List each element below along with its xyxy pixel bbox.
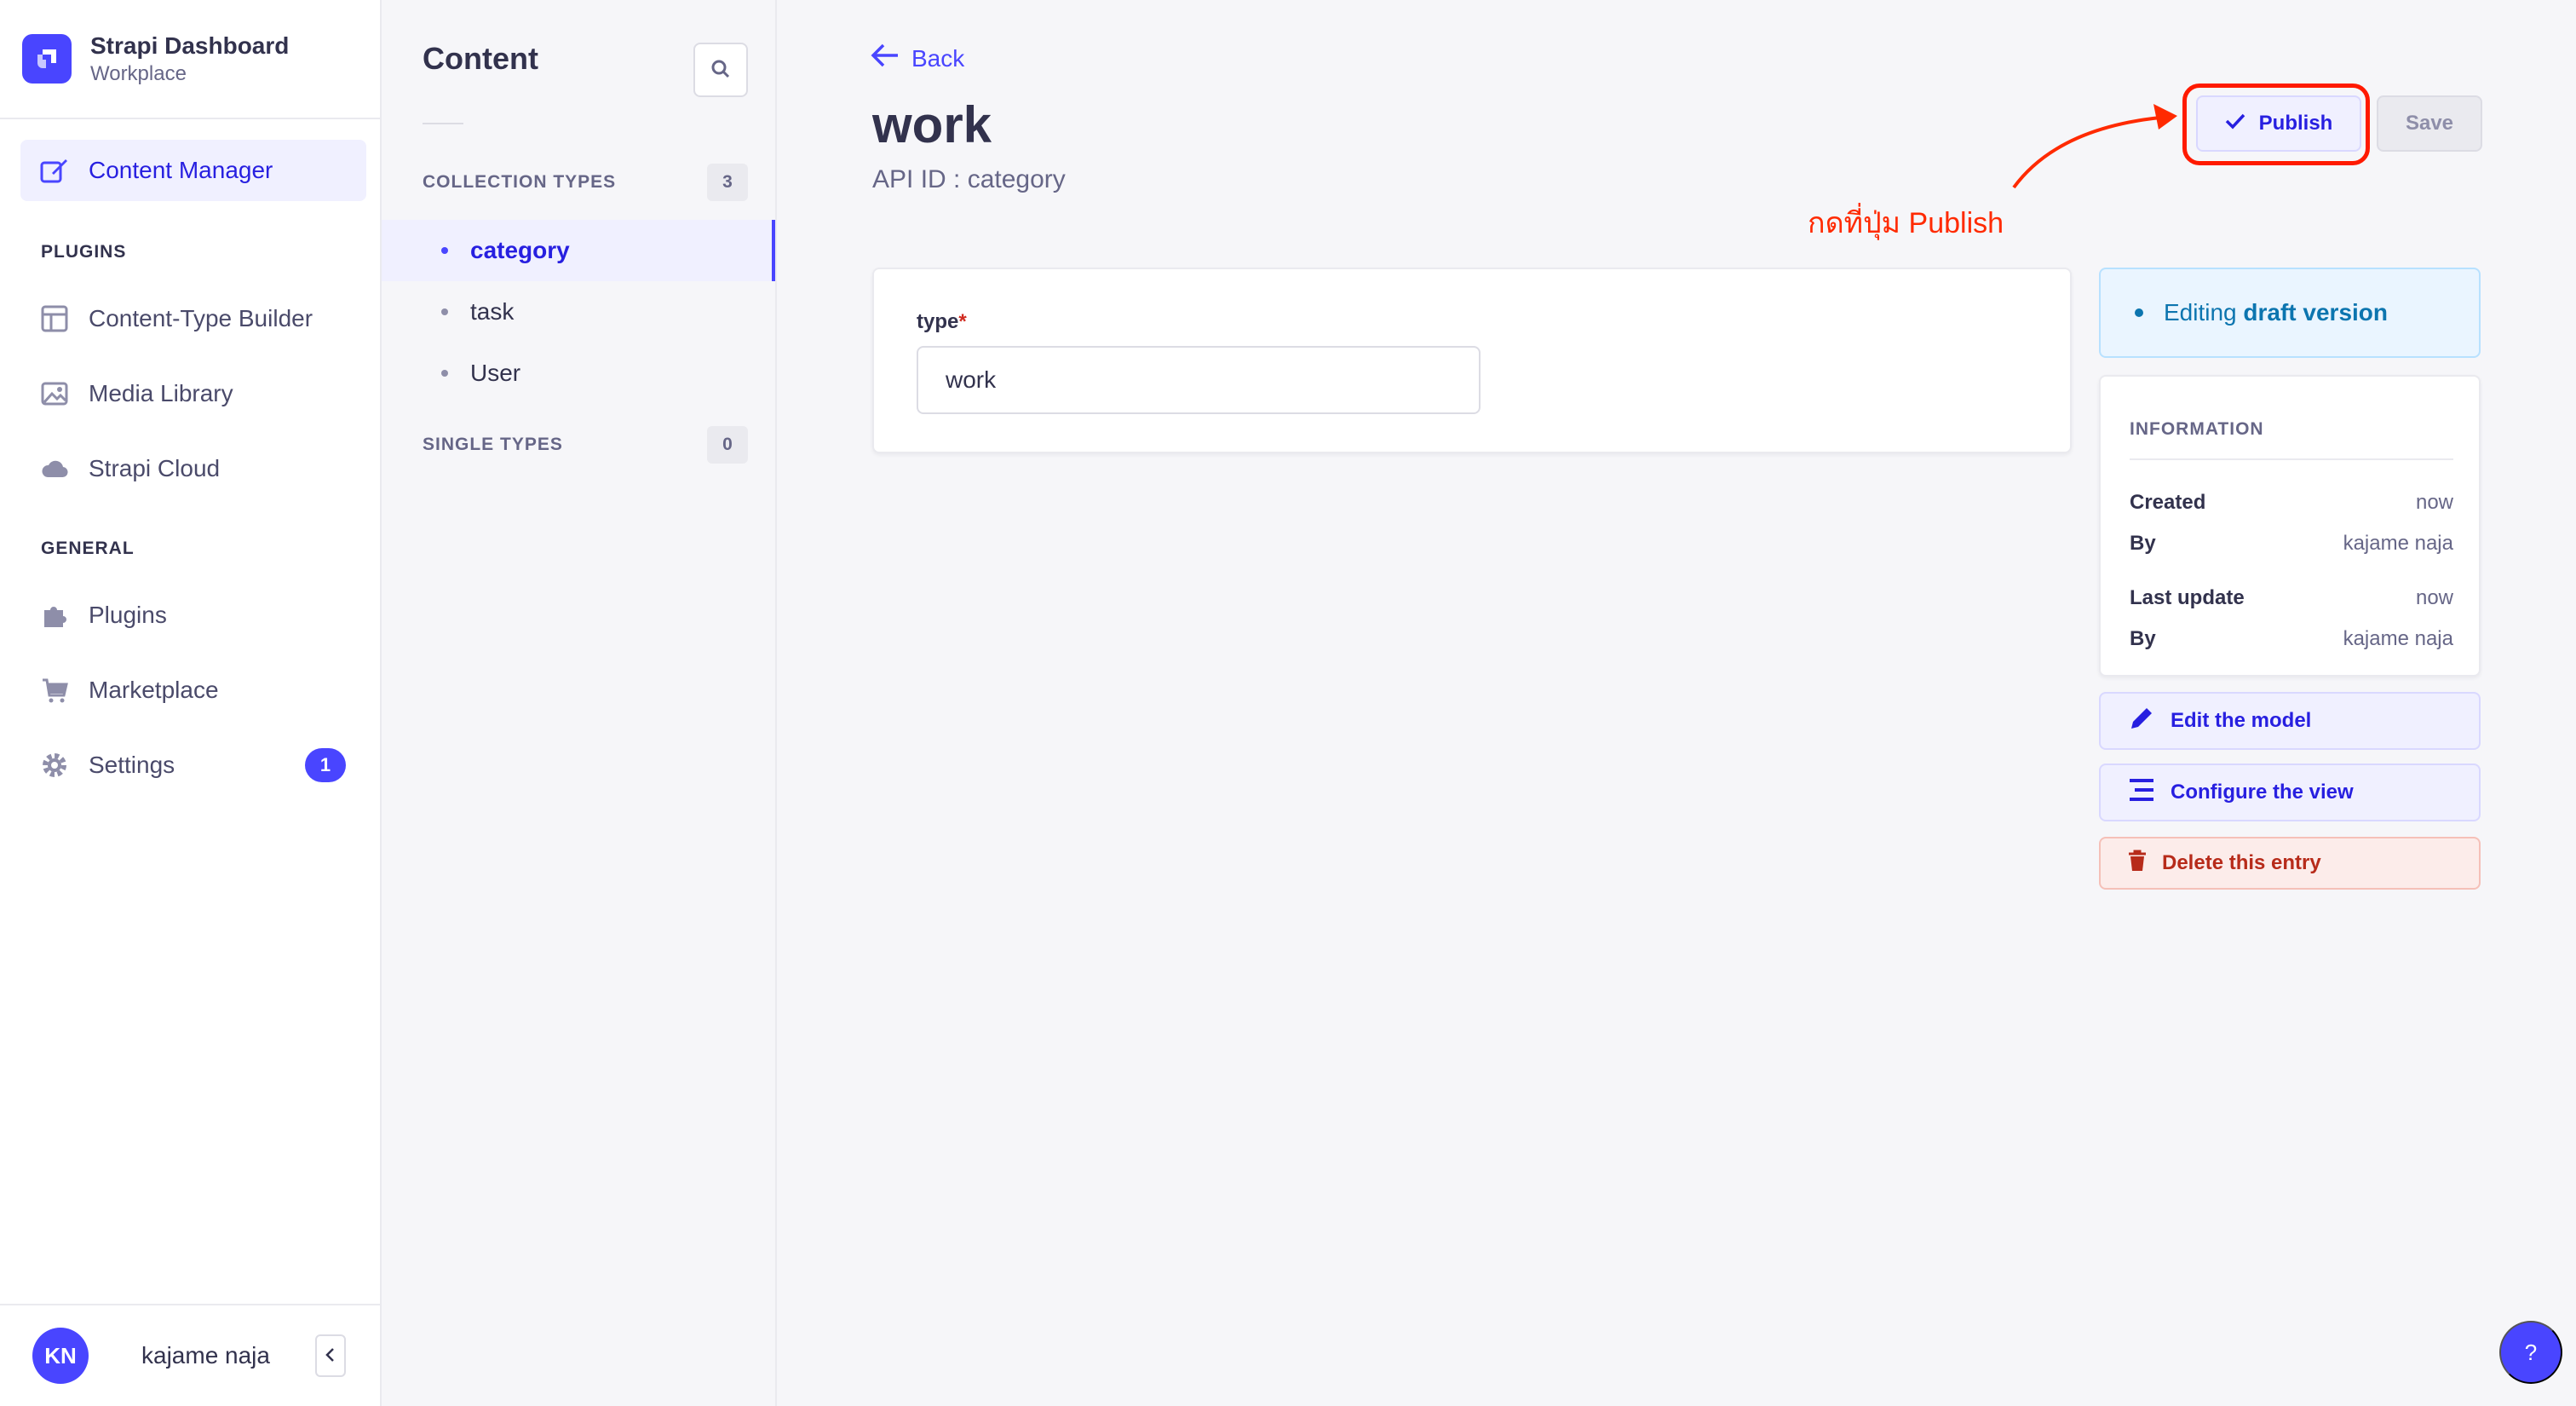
nav-item-content-type-builder[interactable]: Content-Type Builder xyxy=(20,288,366,349)
type-input[interactable] xyxy=(917,346,1481,414)
nav-item-plugins[interactable]: Plugins xyxy=(20,585,366,646)
nav-item-media-library[interactable]: Media Library xyxy=(20,363,366,424)
nav-item-marketplace[interactable]: Marketplace xyxy=(20,660,366,721)
status-dot-icon xyxy=(2135,308,2143,317)
strapi-logo-icon xyxy=(22,34,72,84)
collection-types-header[interactable]: COLLECTION TYPES 3 xyxy=(423,164,748,201)
back-link[interactable]: Back xyxy=(871,43,964,74)
image-icon xyxy=(39,378,70,409)
section-label: SINGLE TYPES xyxy=(423,435,563,454)
nav-label: Strapi Cloud xyxy=(89,455,221,481)
avatar[interactable]: KN xyxy=(32,1328,89,1384)
brand-subtitle: Workplace xyxy=(90,62,187,85)
draft-status-text: Editing draft version xyxy=(2164,299,2389,326)
divider xyxy=(2130,458,2453,460)
nav-label: Marketplace xyxy=(89,677,219,703)
bullet-icon xyxy=(441,308,448,315)
required-mark: * xyxy=(958,310,967,333)
chevron-left-icon xyxy=(325,1347,336,1365)
bullet-icon xyxy=(441,247,448,254)
shopping-cart-icon xyxy=(39,675,70,706)
pencil-icon xyxy=(2128,705,2155,738)
delete-entry-button[interactable]: Delete this entry xyxy=(2099,837,2481,890)
api-id: API ID : category xyxy=(872,165,1066,193)
subnav-link-label: task xyxy=(470,298,515,325)
configure-view-button[interactable]: Configure the view xyxy=(2099,764,2481,821)
content-subnav: Content COLLECTION TYPES 3 category task… xyxy=(382,0,777,1406)
nav-label: Settings xyxy=(89,752,175,778)
nav-item-strapi-cloud[interactable]: Strapi Cloud xyxy=(20,438,366,499)
edit-model-button[interactable]: Edit the model xyxy=(2099,692,2481,750)
nav-label: Plugins xyxy=(89,602,167,628)
subnav-title: Content xyxy=(423,41,538,76)
puzzle-icon xyxy=(39,600,70,631)
nav-section-plugins: PLUGINS xyxy=(41,242,127,262)
section-label: COLLECTION TYPES xyxy=(423,172,617,192)
search-button[interactable] xyxy=(693,43,748,97)
brand-header: Strapi Dashboard Workplace xyxy=(0,0,380,119)
feather-icon xyxy=(39,155,70,186)
nav-label: Content-Type Builder xyxy=(89,305,313,331)
gear-icon xyxy=(39,750,70,781)
collection-count-badge: 3 xyxy=(707,164,748,201)
button-label: Delete this entry xyxy=(2162,851,2321,874)
collapse-nav-button[interactable] xyxy=(315,1334,346,1377)
main-navigation: Strapi Dashboard Workplace Content Manag… xyxy=(0,0,382,1406)
brand-title: Strapi Dashboard xyxy=(90,32,290,59)
user-name[interactable]: kajame naja xyxy=(141,1342,270,1369)
button-label: Edit the model xyxy=(2171,709,2312,732)
single-types-header[interactable]: SINGLE TYPES 0 xyxy=(423,426,748,464)
subnav-link-label: User xyxy=(470,360,521,386)
help-button[interactable]: ? xyxy=(2499,1321,2562,1384)
nav-section-general: GENERAL xyxy=(41,539,135,558)
list-settings-icon xyxy=(2128,777,2155,809)
user-footer: KN kajame naja xyxy=(0,1304,382,1406)
subnav-divider xyxy=(423,123,463,124)
subnav-link-category[interactable]: category xyxy=(382,220,775,281)
information-heading: INFORMATION xyxy=(2130,419,2264,439)
check-icon xyxy=(2225,112,2245,135)
back-label: Back xyxy=(911,44,965,72)
search-icon xyxy=(710,59,731,82)
nav-label: Media Library xyxy=(89,380,233,406)
subnav-link-label: category xyxy=(470,237,570,263)
nav-label: Content Manager xyxy=(89,157,273,183)
settings-notification-badge: 1 xyxy=(305,748,346,782)
save-button[interactable]: Save xyxy=(2377,95,2482,152)
cloud-icon xyxy=(39,453,70,484)
draft-status-box: Editing draft version xyxy=(2099,268,2481,358)
info-created-row: Created now xyxy=(2130,491,2453,514)
trash-icon xyxy=(2128,850,2147,878)
annotation-text: กดที่ปุ่ม Publish xyxy=(1808,207,2004,239)
info-updated-row: Last update now xyxy=(2130,586,2453,609)
annotation-arrow-icon xyxy=(2012,104,2177,189)
button-label: Configure the view xyxy=(2171,781,2354,804)
arrow-left-icon xyxy=(871,43,900,74)
info-created-by-row: By kajame naja xyxy=(2130,532,2453,555)
form-card: type* xyxy=(872,268,2072,453)
publish-button[interactable]: Publish xyxy=(2196,95,2361,152)
page-title: work xyxy=(872,96,992,153)
nav-item-settings[interactable]: Settings 1 xyxy=(20,735,366,796)
single-count-badge: 0 xyxy=(707,426,748,464)
type-field-label: type* xyxy=(917,310,967,333)
layout-icon xyxy=(39,303,70,334)
subnav-link-task[interactable]: task xyxy=(382,281,775,343)
bullet-icon xyxy=(441,370,448,377)
information-card: INFORMATION Created now By kajame naja Las… xyxy=(2099,375,2481,677)
info-updated-by-row: By kajame naja xyxy=(2130,627,2453,650)
nav-item-content-manager[interactable]: Content Manager xyxy=(20,140,366,201)
publish-label: Publish xyxy=(2258,112,2333,135)
subnav-link-user[interactable]: User xyxy=(382,343,775,404)
